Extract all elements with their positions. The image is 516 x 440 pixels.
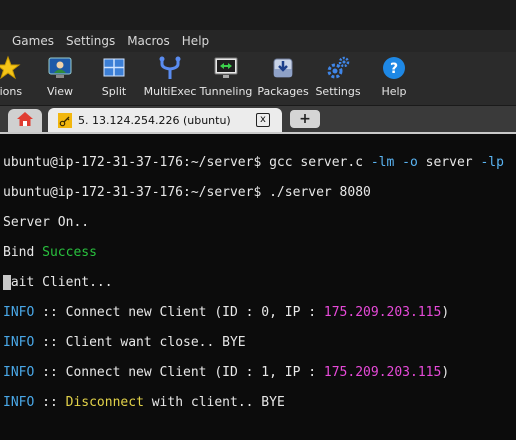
log-text: with client.. BYE [143, 395, 285, 410]
new-tab-button[interactable]: + [290, 110, 320, 128]
monitor-user-icon [47, 55, 73, 81]
menu-help[interactable]: Help [182, 34, 209, 48]
command-flag: -lm [370, 155, 395, 170]
split-grid-icon [101, 55, 127, 81]
ip-address: 175.209.203.115 [323, 305, 442, 320]
info-tag: INFO [3, 305, 35, 320]
terminal-output: ubuntu@ip-172-31-37-176:~/server$ gcc se… [3, 140, 504, 440]
command-text: server [417, 155, 481, 170]
toolbar-label: Help [381, 85, 407, 98]
menu-macros[interactable]: Macros [127, 34, 170, 48]
toolbar-settings-button[interactable]: Settings [315, 52, 361, 105]
terminal-line: Server On.. [3, 215, 90, 230]
command-flag: -o [402, 155, 418, 170]
star-icon [0, 55, 21, 81]
toolbar-label: Tunneling [199, 85, 253, 98]
toolbar-label: Split [101, 85, 127, 98]
plus-icon: + [299, 111, 311, 127]
terminal-cursor [3, 275, 11, 290]
terminal-line: INFO :: Disconnect with client.. BYE [3, 395, 504, 410]
log-text: :: [34, 395, 66, 410]
toolbar-split-button[interactable]: Split [96, 52, 132, 105]
success-text: Success [42, 245, 97, 260]
toolbar-sessions-button[interactable]: sions [0, 52, 30, 105]
terminal-line: Bind Success [3, 245, 504, 260]
session-tab-title: 5. 13.124.254.226 (ubuntu) [78, 113, 231, 127]
window-top-strip [0, 0, 516, 30]
toolbar-view-button[interactable]: View [40, 52, 80, 105]
command-text: ./server 8080 [269, 185, 371, 200]
log-text: Bind [3, 245, 43, 260]
terminal-line: INFO :: Client want close.. BYE [3, 335, 504, 350]
terminal-line: ubuntu@ip-172-31-37-176:~/server$ ./serv… [3, 185, 504, 200]
toolbar-label: Settings [315, 85, 361, 98]
session-tab-strip: 5. 13.124.254.226 (ubuntu) x + [0, 106, 516, 134]
terminal-line: INFO :: Connect new Client (ID : 0, IP :… [3, 305, 504, 320]
toolbar-label: Packages [257, 85, 309, 98]
log-text: ) [441, 365, 450, 380]
menu-games[interactable]: Games [12, 34, 54, 48]
tunneling-icon [213, 55, 239, 81]
toolbar-help-button[interactable]: ? Help [378, 52, 410, 105]
toolbar-label: sions [0, 85, 23, 98]
ip-address: 175.209.203.115 [323, 365, 442, 380]
terminal-line: INFO :: Connect new Client (ID : 1, IP :… [3, 365, 504, 380]
log-text: :: Connect new Client (ID : 0, IP : [34, 305, 324, 320]
packages-icon [270, 55, 296, 81]
close-tab-icon[interactable]: x [256, 113, 270, 127]
terminal-line: Wait Client... [3, 275, 113, 290]
svg-text:?: ? [390, 61, 398, 77]
toolbar-tunneling-button[interactable]: Tunneling [200, 52, 252, 105]
toolbar-packages-button[interactable]: Packages [257, 52, 309, 105]
terminal-line: ubuntu@ip-172-31-37-176:~/server$ gcc se… [3, 155, 504, 170]
log-text: :: Connect new Client (ID : 1, IP : [34, 365, 324, 380]
shell-prompt: ubuntu@ip-172-31-37-176:~/server$ [3, 185, 270, 200]
info-tag: INFO [3, 395, 35, 410]
menu-settings[interactable]: Settings [66, 34, 115, 48]
disconnect-text: Disconnect [65, 395, 144, 410]
gears-icon [325, 55, 351, 81]
shell-prompt: ubuntu@ip-172-31-37-176:~/server$ [3, 155, 270, 170]
help-icon: ? [381, 55, 407, 81]
command-text [394, 155, 402, 170]
command-flag: -lp [480, 155, 504, 170]
home-tab[interactable] [8, 109, 42, 132]
log-text: :: Client want close.. BYE [34, 335, 246, 350]
ssh-key-icon [58, 113, 72, 128]
toolbar: sions View Split MultiExec Tunneling Pac… [0, 52, 516, 106]
info-tag: INFO [3, 335, 35, 350]
info-tag: INFO [3, 365, 35, 380]
toolbar-label: View [46, 85, 74, 98]
home-icon [16, 111, 34, 131]
toolbar-multiexec-button[interactable]: MultiExec [144, 52, 196, 105]
menu-bar: Games Settings Macros Help [0, 30, 516, 52]
toolbar-label: MultiExec [143, 85, 197, 98]
session-tab[interactable]: 5. 13.124.254.226 (ubuntu) x [48, 108, 282, 132]
multiexec-fork-icon [157, 55, 183, 81]
command-text: gcc server.c [269, 155, 371, 170]
log-text: ) [441, 305, 450, 320]
terminal-area[interactable]: ubuntu@ip-172-31-37-176:~/server$ gcc se… [0, 134, 516, 424]
